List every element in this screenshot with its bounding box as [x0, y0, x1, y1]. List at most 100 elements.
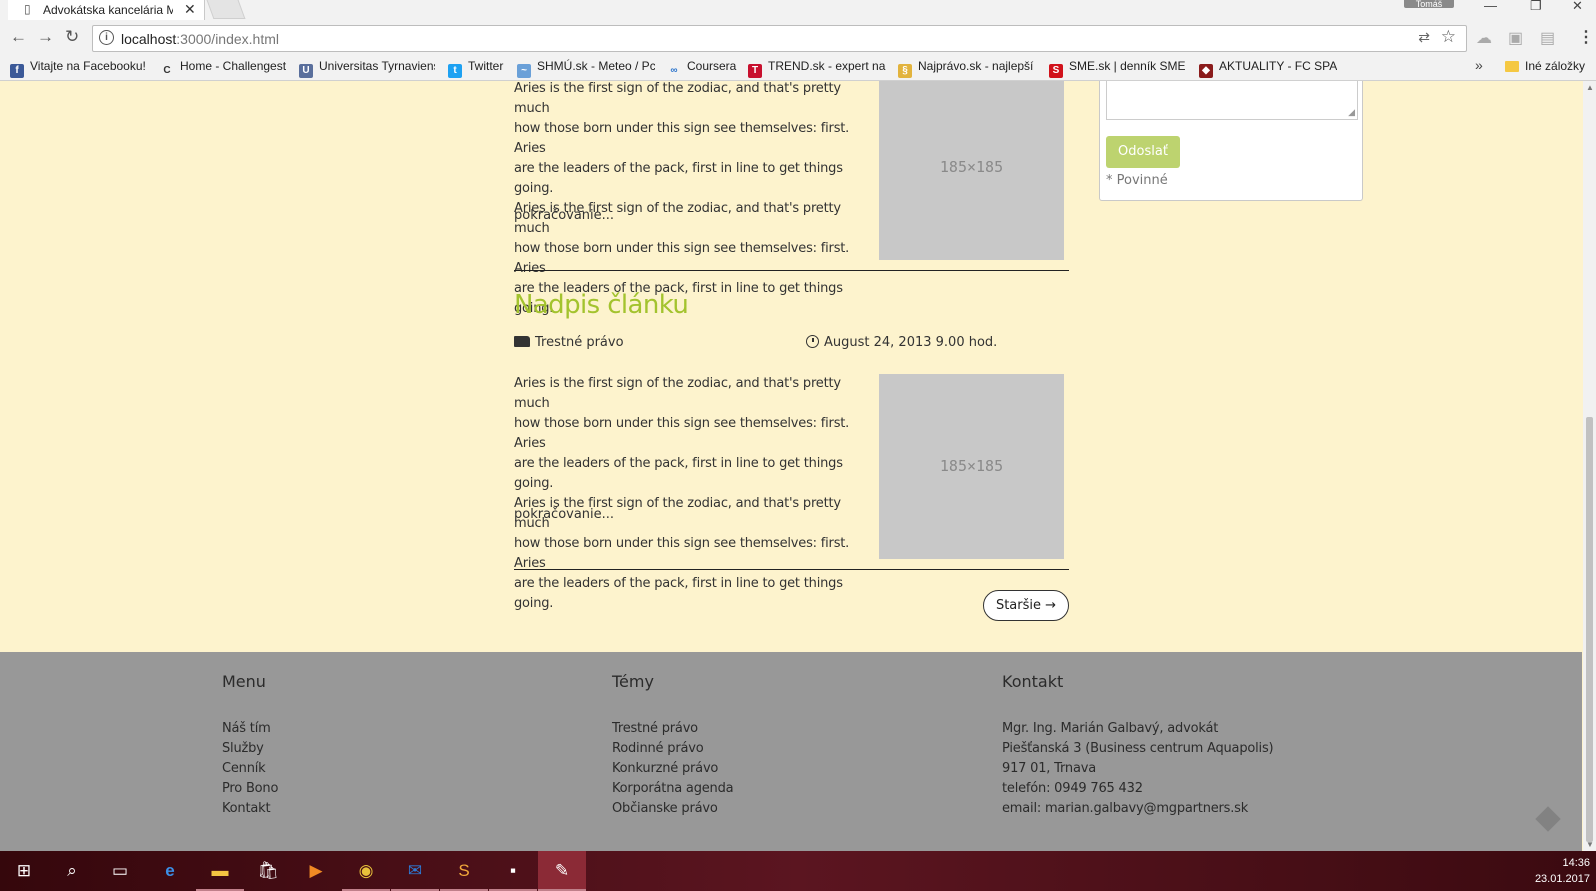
new-tab-button[interactable] — [206, 0, 246, 19]
article-divider — [514, 270, 1069, 271]
close-tab-icon[interactable]: ✕ — [184, 1, 196, 18]
scroll-down-icon[interactable]: ▼ — [1586, 840, 1594, 849]
file-explorer-icon[interactable]: ▬ — [196, 859, 244, 891]
drive-extension-icon[interactable]: ☁ — [1476, 28, 1492, 48]
bookmark-item[interactable]: S SME.sk | denník SME - — [1049, 59, 1185, 78]
footer-link[interactable]: Trestné právo — [612, 719, 733, 739]
footer-heading: Menu — [222, 672, 266, 691]
bookmark-star-icon[interactable]: ☆ — [1441, 27, 1456, 47]
folder-open-icon — [514, 336, 530, 347]
address-bar[interactable]: i localhost:3000/index.html ⇄ ☆ — [92, 25, 1467, 52]
article-category[interactable]: Trestné právo — [514, 335, 624, 350]
bookmark-item[interactable]: ∞ Coursera — [667, 59, 739, 78]
system-clock[interactable]: 14:36 23.01.2017 — [1535, 855, 1590, 887]
task-view-icon[interactable]: ▭ — [108, 859, 132, 883]
footer-topics: Témy Trestné právo Rodinné právo Konkurz… — [612, 672, 734, 819]
contact-line: 917 01, Trnava — [1002, 761, 1096, 776]
footer-link[interactable]: Náš tím — [222, 719, 278, 739]
read-more-link[interactable]: pokračovanie... — [514, 507, 614, 522]
twitter-icon: t — [448, 64, 462, 78]
footer-contact: Kontakt Mgr. Ing. Marián Galbavý, advoká… — [1002, 672, 1274, 819]
bookmark-item[interactable]: § Najprávo.sk - najlepší — [898, 59, 1036, 78]
article-image-placeholder: 185×185 — [879, 374, 1064, 559]
footer-link[interactable]: Pro Bono — [222, 779, 278, 799]
aktuality-icon: ◆ — [1199, 64, 1213, 78]
submit-button[interactable]: Odoslať — [1106, 136, 1180, 168]
media-player-icon[interactable]: ▶ — [304, 859, 328, 883]
article-excerpt: Aries is the first sign of the zodiac, a… — [514, 81, 850, 316]
message-textarea[interactable]: ◢ — [1106, 81, 1358, 120]
university-icon: U — [299, 64, 313, 78]
sublime-text-icon[interactable]: S — [440, 859, 488, 891]
older-posts-button[interactable]: Staršie → — [983, 590, 1069, 621]
url-text[interactable]: localhost:3000/index.html — [121, 31, 279, 47]
reload-icon[interactable]: ↻ — [65, 27, 79, 47]
weather-icon: ~ — [517, 64, 531, 78]
edge-browser-icon[interactable]: e — [158, 859, 182, 883]
contact-line[interactable]: email: marian.galbavy@mgpartners.sk — [1002, 799, 1273, 819]
minimize-icon[interactable]: — — [1484, 0, 1497, 13]
footer-link[interactable]: Rodinné právo — [612, 739, 733, 759]
read-more-link[interactable]: pokračovanie... — [514, 208, 614, 223]
footer-link[interactable]: Kontakt — [222, 799, 278, 819]
facebook-icon: f — [10, 64, 24, 78]
najpravo-icon: § — [898, 64, 912, 78]
browser-tab[interactable]: ▯ Advokátska kancelária M ✕ — [8, 0, 205, 20]
article-title[interactable]: Nadpis článku — [514, 290, 689, 320]
back-arrow-icon[interactable]: ← — [10, 27, 27, 47]
info-icon[interactable]: i — [99, 30, 114, 45]
bookmark-item[interactable]: C Home - Challengest — [160, 59, 290, 78]
article-divider — [514, 569, 1069, 570]
contact-line: Piešťanská 3 (Business centrum Aquapolis… — [1002, 741, 1274, 756]
footer-heading: Témy — [612, 672, 654, 691]
bookmark-item[interactable]: U Universitas Tyrnaviens — [299, 59, 435, 78]
bookmark-item[interactable]: ◆ AKTUALITY - FC SPAR — [1199, 59, 1337, 78]
folder-icon — [1505, 61, 1519, 72]
chrome-icon[interactable]: ◉ — [342, 859, 390, 891]
footer-link[interactable]: Služby — [222, 739, 278, 759]
coursera-icon: ∞ — [670, 65, 678, 76]
paint-icon[interactable]: ✎ — [538, 859, 586, 891]
other-bookmarks-folder[interactable]: Iné záložky — [1505, 59, 1585, 73]
footer-menu: Menu Náš tím Služby Cenník Pro Bono Kont… — [222, 672, 278, 819]
bookmark-item[interactable]: T TREND.sk - expert na — [748, 59, 886, 78]
tab-strip: ▯ Advokátska kancelária M ✕ Tomáš — ❐ ✕ — [0, 0, 1596, 20]
restore-icon[interactable]: ❐ — [1530, 0, 1542, 14]
search-icon[interactable]: ⌕ — [60, 859, 84, 883]
scrollbar-thumb[interactable] — [1586, 417, 1593, 842]
browser-menu-icon[interactable]: ⋮ — [1578, 27, 1594, 47]
footer-heading: Kontakt — [1002, 672, 1064, 691]
bookmark-item[interactable]: ~ SHMÚ.sk - Meteo / Pc — [517, 59, 655, 78]
document-icon: ▯ — [24, 2, 31, 16]
bookmark-item[interactable]: f Vitajte na Facebooku! — [10, 59, 150, 78]
resize-grip-icon[interactable]: ◢ — [1348, 107, 1355, 118]
store-icon[interactable]: 🛍 — [256, 859, 280, 883]
contact-form-box: ◢ Odoslať * Povinné — [1099, 81, 1363, 201]
sme-icon: S — [1049, 64, 1063, 78]
footer-link[interactable]: Občianske právo — [612, 799, 733, 819]
windows-taskbar: ⊞ ⌕ ▭ e ▬ 🛍 ▶ ◉ ✉ S ▪ ✎ 14:36 23.01.2017 — [0, 851, 1596, 891]
required-note: * Povinné — [1106, 173, 1168, 188]
article-excerpt: Aries is the first sign of the zodiac, a… — [514, 376, 850, 611]
windows-start-icon[interactable]: ⊞ — [12, 859, 36, 883]
forward-arrow-icon[interactable]: → — [37, 27, 54, 47]
scroll-up-icon[interactable]: ▲ — [1586, 83, 1594, 92]
more-bookmarks-button[interactable]: » — [1475, 57, 1483, 73]
footer-link[interactable]: Korporátna agenda — [612, 779, 734, 799]
article-image-placeholder: 185×185 — [879, 81, 1064, 260]
terminal-icon[interactable]: ▪ — [489, 859, 537, 891]
close-window-icon[interactable]: ✕ — [1572, 0, 1583, 14]
pdf-extension-icon[interactable]: ▤ — [1540, 28, 1555, 48]
contact-line: Mgr. Ing. Marián Galbavý, advokát — [1002, 721, 1219, 736]
tab-title: Advokátska kancelária M — [43, 3, 173, 17]
bookmark-item[interactable]: t Twitter — [448, 59, 510, 78]
article-date: August 24, 2013 9.00 hod. — [806, 335, 997, 350]
challengest-icon: C — [163, 65, 171, 76]
translate-icon[interactable]: ⇄ — [1418, 29, 1430, 46]
vertical-scrollbar[interactable]: ▲ ▼ — [1583, 81, 1596, 851]
cast-extension-icon[interactable]: ▣ — [1508, 28, 1523, 48]
outlook-icon[interactable]: ✉ — [391, 859, 439, 891]
footer-link[interactable]: Cenník — [222, 759, 278, 779]
profile-button[interactable]: Tomáš — [1404, 0, 1454, 8]
footer-link[interactable]: Konkurzné právo — [612, 759, 733, 779]
